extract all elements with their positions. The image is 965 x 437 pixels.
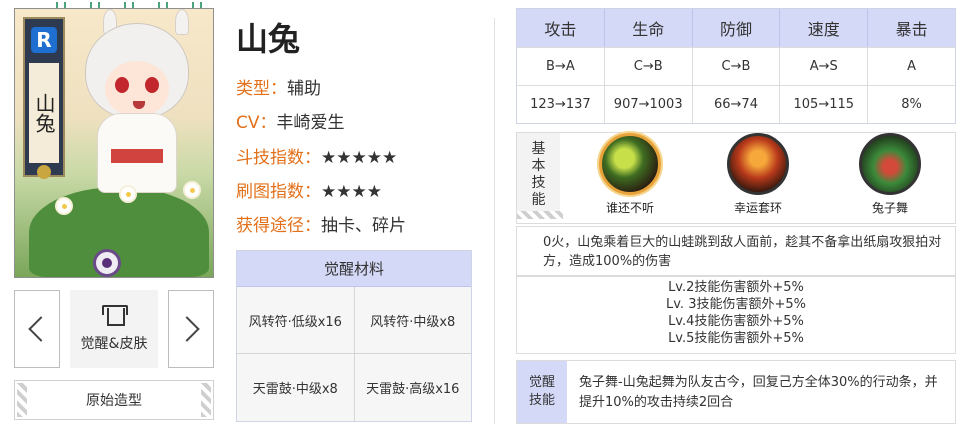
stat-value-cell: 66→74 [691, 86, 780, 123]
stat-header-attack: 攻击 [544, 20, 577, 39]
list-item: Lv.5技能伤害额外+5% [668, 331, 804, 346]
material-cell: 天雷鼓·中级x8 [237, 354, 355, 421]
column-divider [494, 18, 495, 424]
attr-type: 类型：辅助 [236, 79, 321, 99]
shirt-icon [102, 305, 128, 326]
chevron-left-icon [28, 316, 54, 342]
stat-value-cell: 123→137 [530, 97, 591, 112]
table-row: 123→137 907→1003 66→74 105→115 8% [517, 85, 955, 123]
skill-name: 幸运套环 [733, 201, 782, 215]
tab-awaken-skill[interactable]: 觉醒技能 [517, 361, 567, 423]
name-banner: R 山兔 [23, 17, 65, 179]
stat-value-cell: 907→1003 [603, 86, 692, 123]
skill-level-list: Lv.2技能伤害额外+5% Lv. 3技能伤害额外+5% Lv.4技能伤害额外+… [516, 276, 956, 354]
material-cell: 风转符·低级x16 [237, 287, 355, 353]
skill-item[interactable]: 幸运套环 [713, 133, 803, 216]
character-eye-right [145, 77, 159, 93]
material-cell: 风转符·中级x8 [354, 287, 471, 353]
next-character-button[interactable] [168, 290, 214, 368]
table-row: 风转符·低级x16 风转符·中级x8 [237, 287, 471, 354]
character-sash [111, 149, 163, 163]
skill-description: 0火，山兔乘着巨大的山蛙跳到敌人面前，趁其不备拿出纸扇攻狠拍对方，造成100%的… [516, 226, 956, 276]
zigzag-decoration [517, 211, 563, 219]
skill-name: 兔子舞 [871, 201, 908, 215]
prev-character-button[interactable] [14, 290, 60, 368]
awaken-skill-panel: 觉醒技能 兔子舞-山兔起舞为队友古今，回复己方全体30%的行动条，并提升10%的… [516, 360, 956, 424]
awaken-skill-tab-label: 觉醒技能 [528, 375, 555, 408]
skill-dance-icon [859, 133, 921, 195]
stat-grade-cell: A [867, 48, 955, 85]
awaken-materials-table: 觉醒材料 风转符·低级x16 风转符·中级x8 天雷鼓·中级x8 天雷鼓·高级x… [236, 250, 472, 422]
stat-header-hp: 生命 [603, 9, 692, 47]
stat-value-cell: 105→115 [779, 86, 867, 123]
flower-icon [183, 181, 201, 199]
stat-grade-cell: B→A [546, 59, 575, 74]
skills-panel: 基本技能 谁还不听 幸运套环 兔子舞 [516, 132, 956, 224]
knot-icon [37, 165, 51, 179]
table-header-row: 攻击 生命 防御 速度 暴击 [517, 9, 955, 47]
stat-value-cell: 8% [867, 86, 955, 123]
skill-slash-icon [599, 133, 661, 195]
list-item: Lv.2技能伤害额外+5% [668, 280, 804, 295]
flower-icon [119, 185, 137, 203]
basic-skills-tab-label: 基本技能 [531, 141, 546, 208]
awaken-skill-description: 兔子舞-山兔起舞为队友古今，回复己方全体30%的行动条，并提升10%的攻击持续2… [579, 375, 938, 410]
zigzag-decoration [17, 383, 27, 417]
tab-basic-skills[interactable]: 基本技能 [517, 133, 563, 219]
stat-header-defense: 防御 [691, 9, 780, 47]
flower-icon [55, 197, 73, 215]
list-item: Lv.4技能伤害额外+5% [668, 314, 804, 329]
attr-farm-rating: 刷图指数：★★★★ [236, 182, 382, 202]
awaken-skin-label: 觉醒&皮肤 [80, 336, 148, 352]
chevron-right-icon [174, 316, 200, 342]
rabbit-ear-right [175, 9, 189, 35]
attr-source: 获得途径：抽卡、碎片 [236, 216, 406, 236]
frog-eye [93, 249, 121, 277]
table-row: B→A C→B C→B A→S A [517, 47, 955, 85]
original-form-button[interactable]: 原始造型 [14, 380, 214, 420]
character-name: 山兔 [236, 20, 301, 58]
stat-grade-cell: C→B [603, 48, 692, 85]
table-row: 天雷鼓·中级x8 天雷鼓·高级x16 [237, 354, 471, 421]
attr-cv: CV：丰崎爱生 [236, 113, 345, 133]
materials-title: 觉醒材料 [237, 251, 471, 287]
skill-item[interactable]: 兔子舞 [845, 133, 935, 216]
character-card-image: R 山兔 [14, 8, 214, 278]
zigzag-decoration [201, 383, 211, 417]
stat-grade-cell: A→S [779, 48, 867, 85]
material-cell: 天雷鼓·高级x16 [354, 354, 471, 421]
stat-header-crit: 暴击 [867, 9, 955, 47]
skill-name: 谁还不听 [605, 201, 654, 215]
attr-battle-rating: 斗技指数：★★★★★ [236, 148, 398, 168]
stats-table: 攻击 生命 防御 速度 暴击 B→A C→B C→B A→S A 123→137… [516, 8, 956, 124]
original-form-label: 原始造型 [86, 393, 142, 409]
character-eye-left [115, 77, 129, 93]
awaken-skin-button[interactable]: 觉醒&皮肤 [70, 290, 158, 368]
card-name-vertical: 山兔 [29, 63, 59, 163]
rarity-r-icon: R [31, 27, 57, 53]
list-item: Lv. 3技能伤害额外+5% [666, 297, 806, 312]
stat-header-speed: 速度 [779, 9, 867, 47]
stat-grade-cell: C→B [691, 48, 780, 85]
skill-item[interactable]: 谁还不听 [585, 133, 675, 216]
skill-ring-icon [727, 133, 789, 195]
